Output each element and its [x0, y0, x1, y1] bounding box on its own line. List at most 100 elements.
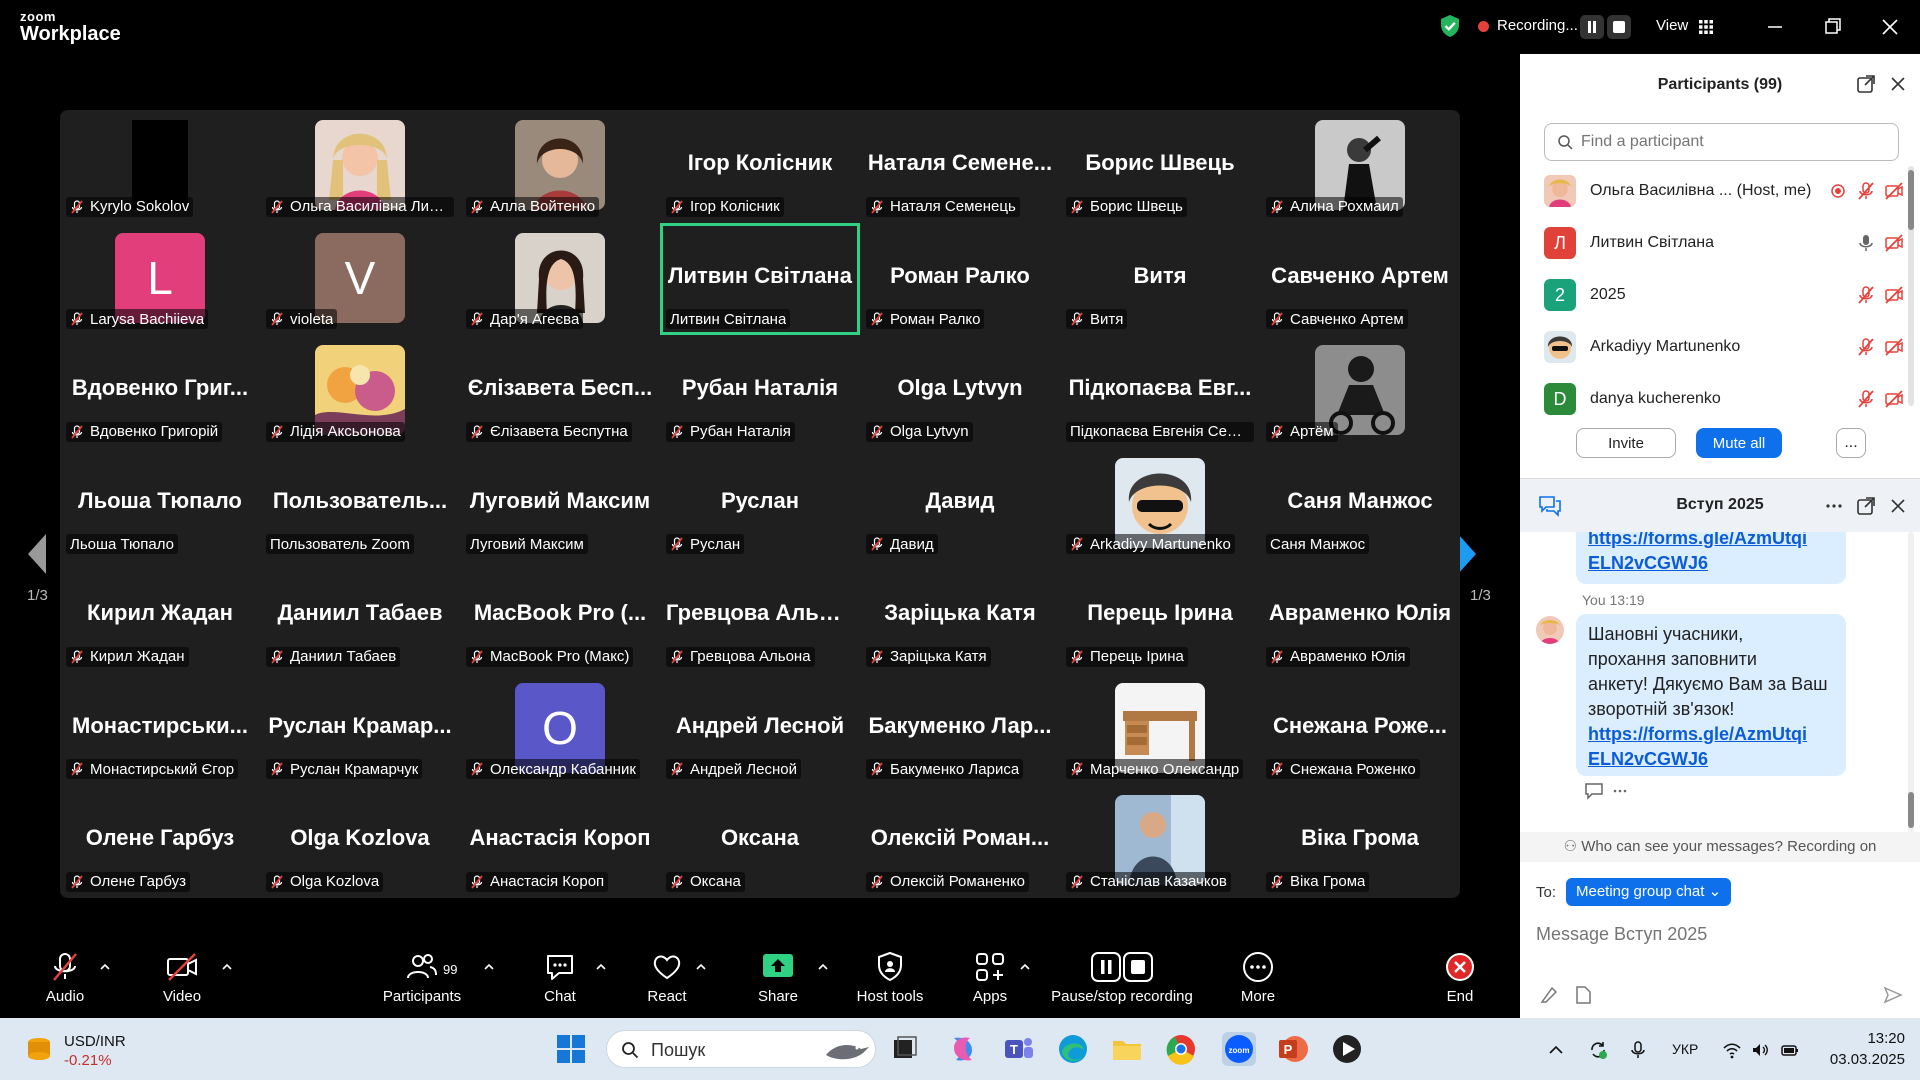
participants-more-button[interactable]: ...: [1836, 428, 1866, 458]
pause-recording-button[interactable]: [1580, 15, 1604, 39]
tray-overflow-icon[interactable]: [1546, 1040, 1566, 1060]
who-can-see-notice[interactable]: ⚇ Who can see your messages? Recording o…: [1520, 832, 1920, 862]
mic-muted-icon[interactable]: [1856, 285, 1876, 305]
video-tile[interactable]: MacBook Pro (... MacBook Pro (Макс): [460, 560, 660, 673]
zoom-taskbar-icon[interactable]: zoom: [1222, 1032, 1256, 1066]
mic-muted-icon[interactable]: [1856, 181, 1876, 201]
keyboard-language[interactable]: УКР: [1672, 1041, 1698, 1057]
video-button[interactable]: Video: [156, 950, 208, 1016]
video-tile[interactable]: Лідія Аксьонова: [260, 335, 460, 448]
video-tile[interactable]: Гревцова Альона Гревцова Альона: [660, 560, 860, 673]
video-tile[interactable]: L Larysa Bachiieva: [60, 222, 260, 335]
volume-icon[interactable]: [1750, 1040, 1770, 1060]
tray-mic-icon[interactable]: [1628, 1040, 1648, 1060]
video-tile[interactable]: Алина Рохмаил: [1260, 110, 1460, 223]
video-tile[interactable]: Кирил Жадан Кирил Жадан: [60, 560, 260, 673]
participant-row[interactable]: Arkadiyy Martunenko: [1544, 327, 1904, 367]
apps-options-caret-icon[interactable]: [1018, 960, 1032, 974]
participant-search[interactable]: [1544, 123, 1899, 161]
close-window-icon[interactable]: [1877, 14, 1903, 40]
video-tile[interactable]: Пользователь... Пользователь Zoom: [260, 447, 460, 560]
video-tile[interactable]: Саня Манжос Саня Манжос: [1260, 447, 1460, 560]
mic-on-icon[interactable]: [1856, 233, 1876, 253]
mic-muted-icon[interactable]: [1856, 337, 1876, 357]
camera-off-icon[interactable]: [1884, 285, 1904, 305]
camera-off-icon[interactable]: [1884, 337, 1904, 357]
video-tile[interactable]: Роман Ралко Роман Ралко: [860, 222, 1060, 335]
video-tile[interactable]: О Олександр Кабанник: [460, 672, 660, 785]
share-options-caret-icon[interactable]: [816, 960, 830, 974]
minimize-icon[interactable]: [1762, 14, 1788, 40]
stock-widget[interactable]: USD/INR -0.21%: [24, 1032, 154, 1069]
clock-time[interactable]: 13:20: [1845, 1030, 1905, 1047]
video-tile[interactable]: Бакуменко Лар... Бакуменко Лариса: [860, 672, 1060, 785]
video-tile[interactable]: Оксана Оксана: [660, 785, 860, 898]
close-participants-icon[interactable]: [1888, 74, 1908, 94]
stop-recording-button[interactable]: [1607, 15, 1631, 39]
participants-button[interactable]: Participants: [382, 950, 462, 1016]
wifi-icon[interactable]: [1722, 1040, 1742, 1060]
video-tile[interactable]: Дар'я Агеєва: [460, 222, 660, 335]
share-button[interactable]: Share: [756, 950, 800, 1016]
video-tile[interactable]: Снежана Роже... Снежана Роженко: [1260, 672, 1460, 785]
close-chat-icon[interactable]: [1888, 496, 1908, 516]
video-tile[interactable]: Льоша Тюпало Льоша Тюпало: [60, 447, 260, 560]
message-input[interactable]: [1536, 914, 1906, 954]
pause-stop-recording-button[interactable]: Pause/stop recording: [1046, 950, 1198, 1016]
video-tile[interactable]: Луговий Максим Луговий Максим: [460, 447, 660, 560]
chat-button[interactable]: Chat: [538, 950, 582, 1016]
restore-icon[interactable]: [1820, 14, 1846, 40]
attach-file-icon[interactable]: [1572, 984, 1594, 1006]
video-tile[interactable]: Анастасія Короп Анастасія Короп: [460, 785, 660, 898]
video-tile[interactable]: Вдовенко Григ... Вдовенко Григорій: [60, 335, 260, 448]
send-icon[interactable]: [1882, 984, 1904, 1006]
battery-icon[interactable]: [1780, 1040, 1800, 1060]
video-tile[interactable]: Алла Войтенко: [460, 110, 660, 223]
camera-off-icon[interactable]: [1884, 389, 1904, 409]
message-link-part2[interactable]: ELN2vCGWJ6: [1588, 747, 1834, 772]
audio-button[interactable]: Audio: [40, 950, 90, 1016]
mic-muted-icon[interactable]: [1856, 389, 1876, 409]
taskbar-search[interactable]: Пошук: [606, 1030, 876, 1068]
video-tile[interactable]: Даниил Табаев Даниил Табаев: [260, 560, 460, 673]
video-tile[interactable]: Олене Гарбуз Олене Гарбуз: [60, 785, 260, 898]
video-tile[interactable]: Перець Ірина Перець Ірина: [1060, 560, 1260, 673]
grid-view-icon[interactable]: [1698, 19, 1714, 35]
video-tile[interactable]: Віка Грома Віка Грома: [1260, 785, 1460, 898]
video-tile[interactable]: Руслан Крамар... Руслан Крамарчук: [260, 672, 460, 785]
video-tile[interactable]: Ігор Колісник Ігор Колісник: [660, 110, 860, 223]
popout-icon[interactable]: [1856, 74, 1876, 94]
video-tile[interactable]: Olga Lytvyn Olga Lytvyn: [860, 335, 1060, 448]
host-tools-button[interactable]: Host tools: [852, 950, 928, 1016]
video-tile[interactable]: Kyrylo Sokolov: [60, 110, 260, 223]
chat-options-caret-icon[interactable]: [594, 960, 608, 974]
audio-options-caret-icon[interactable]: [98, 960, 112, 974]
chat-popout-icon[interactable]: [1856, 496, 1876, 516]
apps-button[interactable]: Apps: [966, 950, 1014, 1016]
video-tile[interactable]: Литвин Світлана Литвин Світлана: [660, 222, 860, 335]
video-options-caret-icon[interactable]: [220, 960, 234, 974]
video-tile[interactable]: Руслан Руслан: [660, 447, 860, 560]
react-button[interactable]: React: [646, 950, 688, 1016]
video-tile[interactable]: Станіслав Казачков: [1060, 785, 1260, 898]
video-tile[interactable]: Марченко Олександр: [1060, 672, 1260, 785]
more-button[interactable]: More: [1236, 950, 1280, 1016]
video-tile[interactable]: Ольга Василівна Литв...: [260, 110, 460, 223]
reply-icon[interactable]: [1584, 782, 1604, 800]
video-tile[interactable]: Артём: [1260, 335, 1460, 448]
task-view-icon[interactable]: [888, 1032, 922, 1066]
video-tile[interactable]: Давид Давид: [860, 447, 1060, 560]
video-tile[interactable]: Монастирськи... Монастирський Єгор: [60, 672, 260, 785]
camera-off-icon[interactable]: [1884, 181, 1904, 201]
video-tile[interactable]: Олексій Роман... Олексій Романенко: [860, 785, 1060, 898]
clock-date[interactable]: 03.03.2025: [1820, 1051, 1905, 1068]
format-text-icon[interactable]: [1538, 984, 1560, 1006]
participant-row[interactable]: Ddanya kucherenko: [1544, 379, 1904, 419]
participant-search-input[interactable]: [1581, 133, 1881, 151]
end-meeting-button[interactable]: End: [1438, 950, 1482, 1016]
previous-message-link-part2[interactable]: ELN2vCGWJ6: [1588, 551, 1834, 576]
powerpoint-icon[interactable]: P: [1276, 1032, 1310, 1066]
video-tile[interactable]: Arkadiyy Martunenko: [1060, 447, 1260, 560]
message-link-part1[interactable]: https://forms.gle/AzmUtqi: [1588, 722, 1834, 747]
participants-options-caret-icon[interactable]: [482, 960, 496, 974]
